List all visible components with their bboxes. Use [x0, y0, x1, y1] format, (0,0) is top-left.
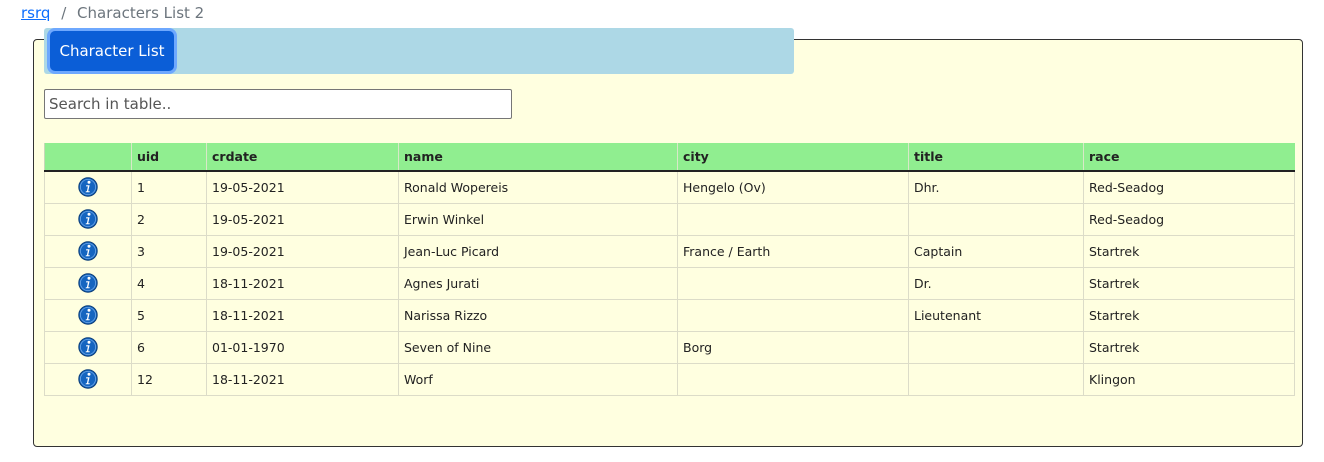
cell-uid: 6 [131, 330, 207, 364]
cell-uid: 2 [131, 202, 207, 236]
cell-title: Dr. [908, 266, 1084, 300]
column-header-uid[interactable]: uid [131, 143, 207, 172]
column-header-title[interactable]: title [908, 143, 1084, 172]
breadcrumb-separator: / [61, 4, 67, 22]
row-info-cell [44, 266, 132, 300]
table-row[interactable]: 12 18-11-2021 Worf Klingon [44, 362, 1295, 396]
cell-crdate: 18-11-2021 [206, 362, 399, 396]
cell-uid: 5 [131, 298, 207, 332]
cell-title: Lieutenant [908, 298, 1084, 332]
breadcrumb-current: Characters List 2 [77, 4, 205, 22]
cell-name: Narissa Rizzo [398, 298, 678, 332]
cell-city [677, 298, 909, 332]
cell-race: Startrek [1083, 266, 1295, 300]
cell-title [908, 202, 1084, 236]
cell-city: Borg [677, 330, 909, 364]
cell-title: Captain [908, 234, 1084, 268]
cell-title [908, 362, 1084, 396]
table-header: uid crdate name city title race [44, 143, 1295, 172]
cell-uid: 4 [131, 266, 207, 300]
cell-city [677, 202, 909, 236]
cell-name: Seven of Nine [398, 330, 678, 364]
column-header-crdate[interactable]: crdate [206, 143, 399, 172]
column-header-actions[interactable] [44, 143, 132, 172]
cell-uid: 3 [131, 234, 207, 268]
cell-city [677, 362, 909, 396]
table-row[interactable]: 2 19-05-2021 Erwin Winkel Red-Seadog [44, 202, 1295, 236]
cell-crdate: 19-05-2021 [206, 170, 399, 204]
cell-race: Startrek [1083, 330, 1295, 364]
row-info-cell [44, 234, 132, 268]
info-icon[interactable] [78, 305, 98, 325]
cell-race: Red-Seadog [1083, 202, 1295, 236]
breadcrumb-home-link[interactable]: rsrq [21, 4, 50, 22]
table-header-row: uid crdate name city title race [44, 143, 1295, 172]
cell-crdate: 01-01-1970 [206, 330, 399, 364]
characters-table: uid crdate name city title race 1 19-05-2021 Ro… [44, 143, 1295, 396]
column-header-city[interactable]: city [677, 143, 909, 172]
cell-crdate: 18-11-2021 [206, 266, 399, 300]
info-icon[interactable] [78, 273, 98, 293]
info-icon[interactable] [78, 209, 98, 229]
column-header-race[interactable]: race [1083, 143, 1295, 172]
cell-crdate: 18-11-2021 [206, 298, 399, 332]
cell-city [677, 266, 909, 300]
info-icon[interactable] [78, 241, 98, 261]
cell-race: Startrek [1083, 298, 1295, 332]
cell-name: Agnes Jurati [398, 266, 678, 300]
table-body: 1 19-05-2021 Ronald Wopereis Hengelo (Ov) Dh… [44, 170, 1295, 396]
cell-race: Red-Seadog [1083, 170, 1295, 204]
cell-name: Worf [398, 362, 678, 396]
cell-city: France / Earth [677, 234, 909, 268]
column-header-name[interactable]: name [398, 143, 678, 172]
info-icon[interactable] [78, 177, 98, 197]
cell-crdate: 19-05-2021 [206, 202, 399, 236]
cell-title [908, 330, 1084, 364]
cell-city: Hengelo (Ov) [677, 170, 909, 204]
info-icon[interactable] [78, 369, 98, 389]
table-row[interactable]: 6 01-01-1970 Seven of Nine Borg Startrek [44, 330, 1295, 364]
table-row[interactable]: 4 18-11-2021 Agnes Jurati Dr. Startrek [44, 266, 1295, 300]
cell-race: Klingon [1083, 362, 1295, 396]
cell-crdate: 19-05-2021 [206, 234, 399, 268]
cell-name: Jean-Luc Picard [398, 234, 678, 268]
breadcrumb: rsrq / Characters List 2 [21, 3, 204, 23]
cell-name: Ronald Wopereis [398, 170, 678, 204]
cell-uid: 1 [131, 170, 207, 204]
row-info-cell [44, 298, 132, 332]
table-row[interactable]: 3 19-05-2021 Jean-Luc Picard France / Earth… [44, 234, 1295, 268]
info-icon[interactable] [78, 337, 98, 357]
table-row[interactable]: 1 19-05-2021 Ronald Wopereis Hengelo (Ov) Dh… [44, 170, 1295, 204]
tab-bar: Character List [44, 28, 794, 74]
row-info-cell [44, 202, 132, 236]
row-info-cell [44, 170, 132, 204]
tab-character-list[interactable]: Character List [50, 31, 174, 71]
cell-name: Erwin Winkel [398, 202, 678, 236]
row-info-cell [44, 362, 132, 396]
cell-uid: 12 [131, 362, 207, 396]
cell-title: Dhr. [908, 170, 1084, 204]
cell-race: Startrek [1083, 234, 1295, 268]
row-info-cell [44, 330, 132, 364]
table-row[interactable]: 5 18-11-2021 Narissa Rizzo Lieutenant Startr… [44, 298, 1295, 332]
search-input[interactable] [44, 89, 512, 119]
